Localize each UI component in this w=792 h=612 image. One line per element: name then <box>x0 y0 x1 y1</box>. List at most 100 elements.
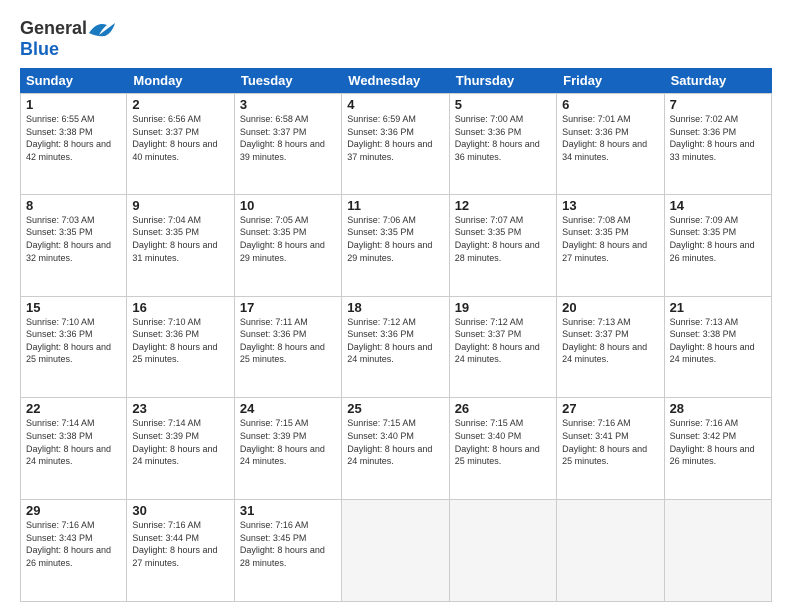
calendar: SundayMondayTuesdayWednesdayThursdayFrid… <box>20 68 772 602</box>
day-cell-2: 2Sunrise: 6:56 AMSunset: 3:37 PMDaylight… <box>127 93 234 194</box>
empty-cell <box>557 500 664 601</box>
header: General Blue <box>20 18 772 60</box>
day-number: 4 <box>347 97 443 112</box>
cell-details: Sunrise: 6:56 AMSunset: 3:37 PMDaylight:… <box>132 113 228 163</box>
day-cell-8: 8Sunrise: 7:03 AMSunset: 3:35 PMDaylight… <box>20 195 127 296</box>
day-cell-14: 14Sunrise: 7:09 AMSunset: 3:35 PMDayligh… <box>665 195 772 296</box>
cell-details: Sunrise: 7:16 AMSunset: 3:45 PMDaylight:… <box>240 519 336 569</box>
day-number: 23 <box>132 401 228 416</box>
day-cell-24: 24Sunrise: 7:15 AMSunset: 3:39 PMDayligh… <box>235 398 342 499</box>
cell-details: Sunrise: 7:00 AMSunset: 3:36 PMDaylight:… <box>455 113 551 163</box>
day-number: 28 <box>670 401 766 416</box>
day-cell-27: 27Sunrise: 7:16 AMSunset: 3:41 PMDayligh… <box>557 398 664 499</box>
header-day-thursday: Thursday <box>450 68 557 93</box>
day-number: 20 <box>562 300 658 315</box>
cell-details: Sunrise: 7:03 AMSunset: 3:35 PMDaylight:… <box>26 214 121 264</box>
logo-text-block: General Blue <box>20 18 117 60</box>
cell-details: Sunrise: 6:58 AMSunset: 3:37 PMDaylight:… <box>240 113 336 163</box>
cell-details: Sunrise: 7:13 AMSunset: 3:38 PMDaylight:… <box>670 316 766 366</box>
day-number: 10 <box>240 198 336 213</box>
day-cell-30: 30Sunrise: 7:16 AMSunset: 3:44 PMDayligh… <box>127 500 234 601</box>
day-number: 13 <box>562 198 658 213</box>
day-number: 29 <box>26 503 121 518</box>
header-day-saturday: Saturday <box>665 68 772 93</box>
day-cell-11: 11Sunrise: 7:06 AMSunset: 3:35 PMDayligh… <box>342 195 449 296</box>
day-cell-4: 4Sunrise: 6:59 AMSunset: 3:36 PMDaylight… <box>342 93 449 194</box>
cell-details: Sunrise: 7:12 AMSunset: 3:36 PMDaylight:… <box>347 316 443 366</box>
cell-details: Sunrise: 7:04 AMSunset: 3:35 PMDaylight:… <box>132 214 228 264</box>
day-number: 16 <box>132 300 228 315</box>
calendar-row-1: 1Sunrise: 6:55 AMSunset: 3:38 PMDaylight… <box>20 93 772 195</box>
day-number: 6 <box>562 97 658 112</box>
calendar-body: 1Sunrise: 6:55 AMSunset: 3:38 PMDaylight… <box>20 93 772 602</box>
day-cell-12: 12Sunrise: 7:07 AMSunset: 3:35 PMDayligh… <box>450 195 557 296</box>
calendar-row-3: 15Sunrise: 7:10 AMSunset: 3:36 PMDayligh… <box>20 297 772 399</box>
day-cell-23: 23Sunrise: 7:14 AMSunset: 3:39 PMDayligh… <box>127 398 234 499</box>
cell-details: Sunrise: 7:12 AMSunset: 3:37 PMDaylight:… <box>455 316 551 366</box>
day-number: 14 <box>670 198 766 213</box>
cell-details: Sunrise: 7:09 AMSunset: 3:35 PMDaylight:… <box>670 214 766 264</box>
empty-cell <box>665 500 772 601</box>
cell-details: Sunrise: 7:10 AMSunset: 3:36 PMDaylight:… <box>132 316 228 366</box>
day-cell-22: 22Sunrise: 7:14 AMSunset: 3:38 PMDayligh… <box>20 398 127 499</box>
cell-details: Sunrise: 6:55 AMSunset: 3:38 PMDaylight:… <box>26 113 121 163</box>
logo-blue-text: Blue <box>20 39 59 59</box>
day-number: 22 <box>26 401 121 416</box>
cell-details: Sunrise: 7:15 AMSunset: 3:40 PMDaylight:… <box>347 417 443 467</box>
cell-details: Sunrise: 7:16 AMSunset: 3:41 PMDaylight:… <box>562 417 658 467</box>
day-cell-9: 9Sunrise: 7:04 AMSunset: 3:35 PMDaylight… <box>127 195 234 296</box>
calendar-row-5: 29Sunrise: 7:16 AMSunset: 3:43 PMDayligh… <box>20 500 772 602</box>
day-cell-21: 21Sunrise: 7:13 AMSunset: 3:38 PMDayligh… <box>665 297 772 398</box>
empty-cell <box>450 500 557 601</box>
cell-details: Sunrise: 7:05 AMSunset: 3:35 PMDaylight:… <box>240 214 336 264</box>
day-cell-26: 26Sunrise: 7:15 AMSunset: 3:40 PMDayligh… <box>450 398 557 499</box>
day-number: 25 <box>347 401 443 416</box>
day-number: 9 <box>132 198 228 213</box>
day-cell-7: 7Sunrise: 7:02 AMSunset: 3:36 PMDaylight… <box>665 93 772 194</box>
cell-details: Sunrise: 7:14 AMSunset: 3:39 PMDaylight:… <box>132 417 228 467</box>
calendar-row-2: 8Sunrise: 7:03 AMSunset: 3:35 PMDaylight… <box>20 195 772 297</box>
cell-details: Sunrise: 7:11 AMSunset: 3:36 PMDaylight:… <box>240 316 336 366</box>
logo: General Blue <box>20 18 117 60</box>
cell-details: Sunrise: 7:16 AMSunset: 3:42 PMDaylight:… <box>670 417 766 467</box>
cell-details: Sunrise: 7:02 AMSunset: 3:36 PMDaylight:… <box>670 113 766 163</box>
calendar-header: SundayMondayTuesdayWednesdayThursdayFrid… <box>20 68 772 93</box>
cell-details: Sunrise: 7:13 AMSunset: 3:37 PMDaylight:… <box>562 316 658 366</box>
cell-details: Sunrise: 7:10 AMSunset: 3:36 PMDaylight:… <box>26 316 121 366</box>
day-cell-29: 29Sunrise: 7:16 AMSunset: 3:43 PMDayligh… <box>20 500 127 601</box>
day-number: 7 <box>670 97 766 112</box>
cell-details: Sunrise: 7:16 AMSunset: 3:44 PMDaylight:… <box>132 519 228 569</box>
header-day-wednesday: Wednesday <box>342 68 449 93</box>
day-cell-28: 28Sunrise: 7:16 AMSunset: 3:42 PMDayligh… <box>665 398 772 499</box>
header-day-friday: Friday <box>557 68 664 93</box>
day-cell-31: 31Sunrise: 7:16 AMSunset: 3:45 PMDayligh… <box>235 500 342 601</box>
day-number: 27 <box>562 401 658 416</box>
day-number: 17 <box>240 300 336 315</box>
day-number: 8 <box>26 198 121 213</box>
logo-general-text: General <box>20 18 87 39</box>
calendar-row-4: 22Sunrise: 7:14 AMSunset: 3:38 PMDayligh… <box>20 398 772 500</box>
day-number: 1 <box>26 97 121 112</box>
cell-details: Sunrise: 7:16 AMSunset: 3:43 PMDaylight:… <box>26 519 121 569</box>
day-number: 3 <box>240 97 336 112</box>
logo-bird-icon <box>87 19 117 39</box>
cell-details: Sunrise: 7:07 AMSunset: 3:35 PMDaylight:… <box>455 214 551 264</box>
cell-details: Sunrise: 7:01 AMSunset: 3:36 PMDaylight:… <box>562 113 658 163</box>
cell-details: Sunrise: 7:15 AMSunset: 3:40 PMDaylight:… <box>455 417 551 467</box>
day-cell-15: 15Sunrise: 7:10 AMSunset: 3:36 PMDayligh… <box>20 297 127 398</box>
header-day-sunday: Sunday <box>20 68 127 93</box>
cell-details: Sunrise: 7:08 AMSunset: 3:35 PMDaylight:… <box>562 214 658 264</box>
header-day-tuesday: Tuesday <box>235 68 342 93</box>
cell-details: Sunrise: 6:59 AMSunset: 3:36 PMDaylight:… <box>347 113 443 163</box>
day-cell-25: 25Sunrise: 7:15 AMSunset: 3:40 PMDayligh… <box>342 398 449 499</box>
day-number: 12 <box>455 198 551 213</box>
day-number: 18 <box>347 300 443 315</box>
day-cell-18: 18Sunrise: 7:12 AMSunset: 3:36 PMDayligh… <box>342 297 449 398</box>
day-number: 24 <box>240 401 336 416</box>
cell-details: Sunrise: 7:15 AMSunset: 3:39 PMDaylight:… <box>240 417 336 467</box>
day-cell-17: 17Sunrise: 7:11 AMSunset: 3:36 PMDayligh… <box>235 297 342 398</box>
day-cell-10: 10Sunrise: 7:05 AMSunset: 3:35 PMDayligh… <box>235 195 342 296</box>
day-number: 11 <box>347 198 443 213</box>
page: General Blue SundayMondayTuesdayWednesda… <box>0 0 792 612</box>
day-cell-19: 19Sunrise: 7:12 AMSunset: 3:37 PMDayligh… <box>450 297 557 398</box>
